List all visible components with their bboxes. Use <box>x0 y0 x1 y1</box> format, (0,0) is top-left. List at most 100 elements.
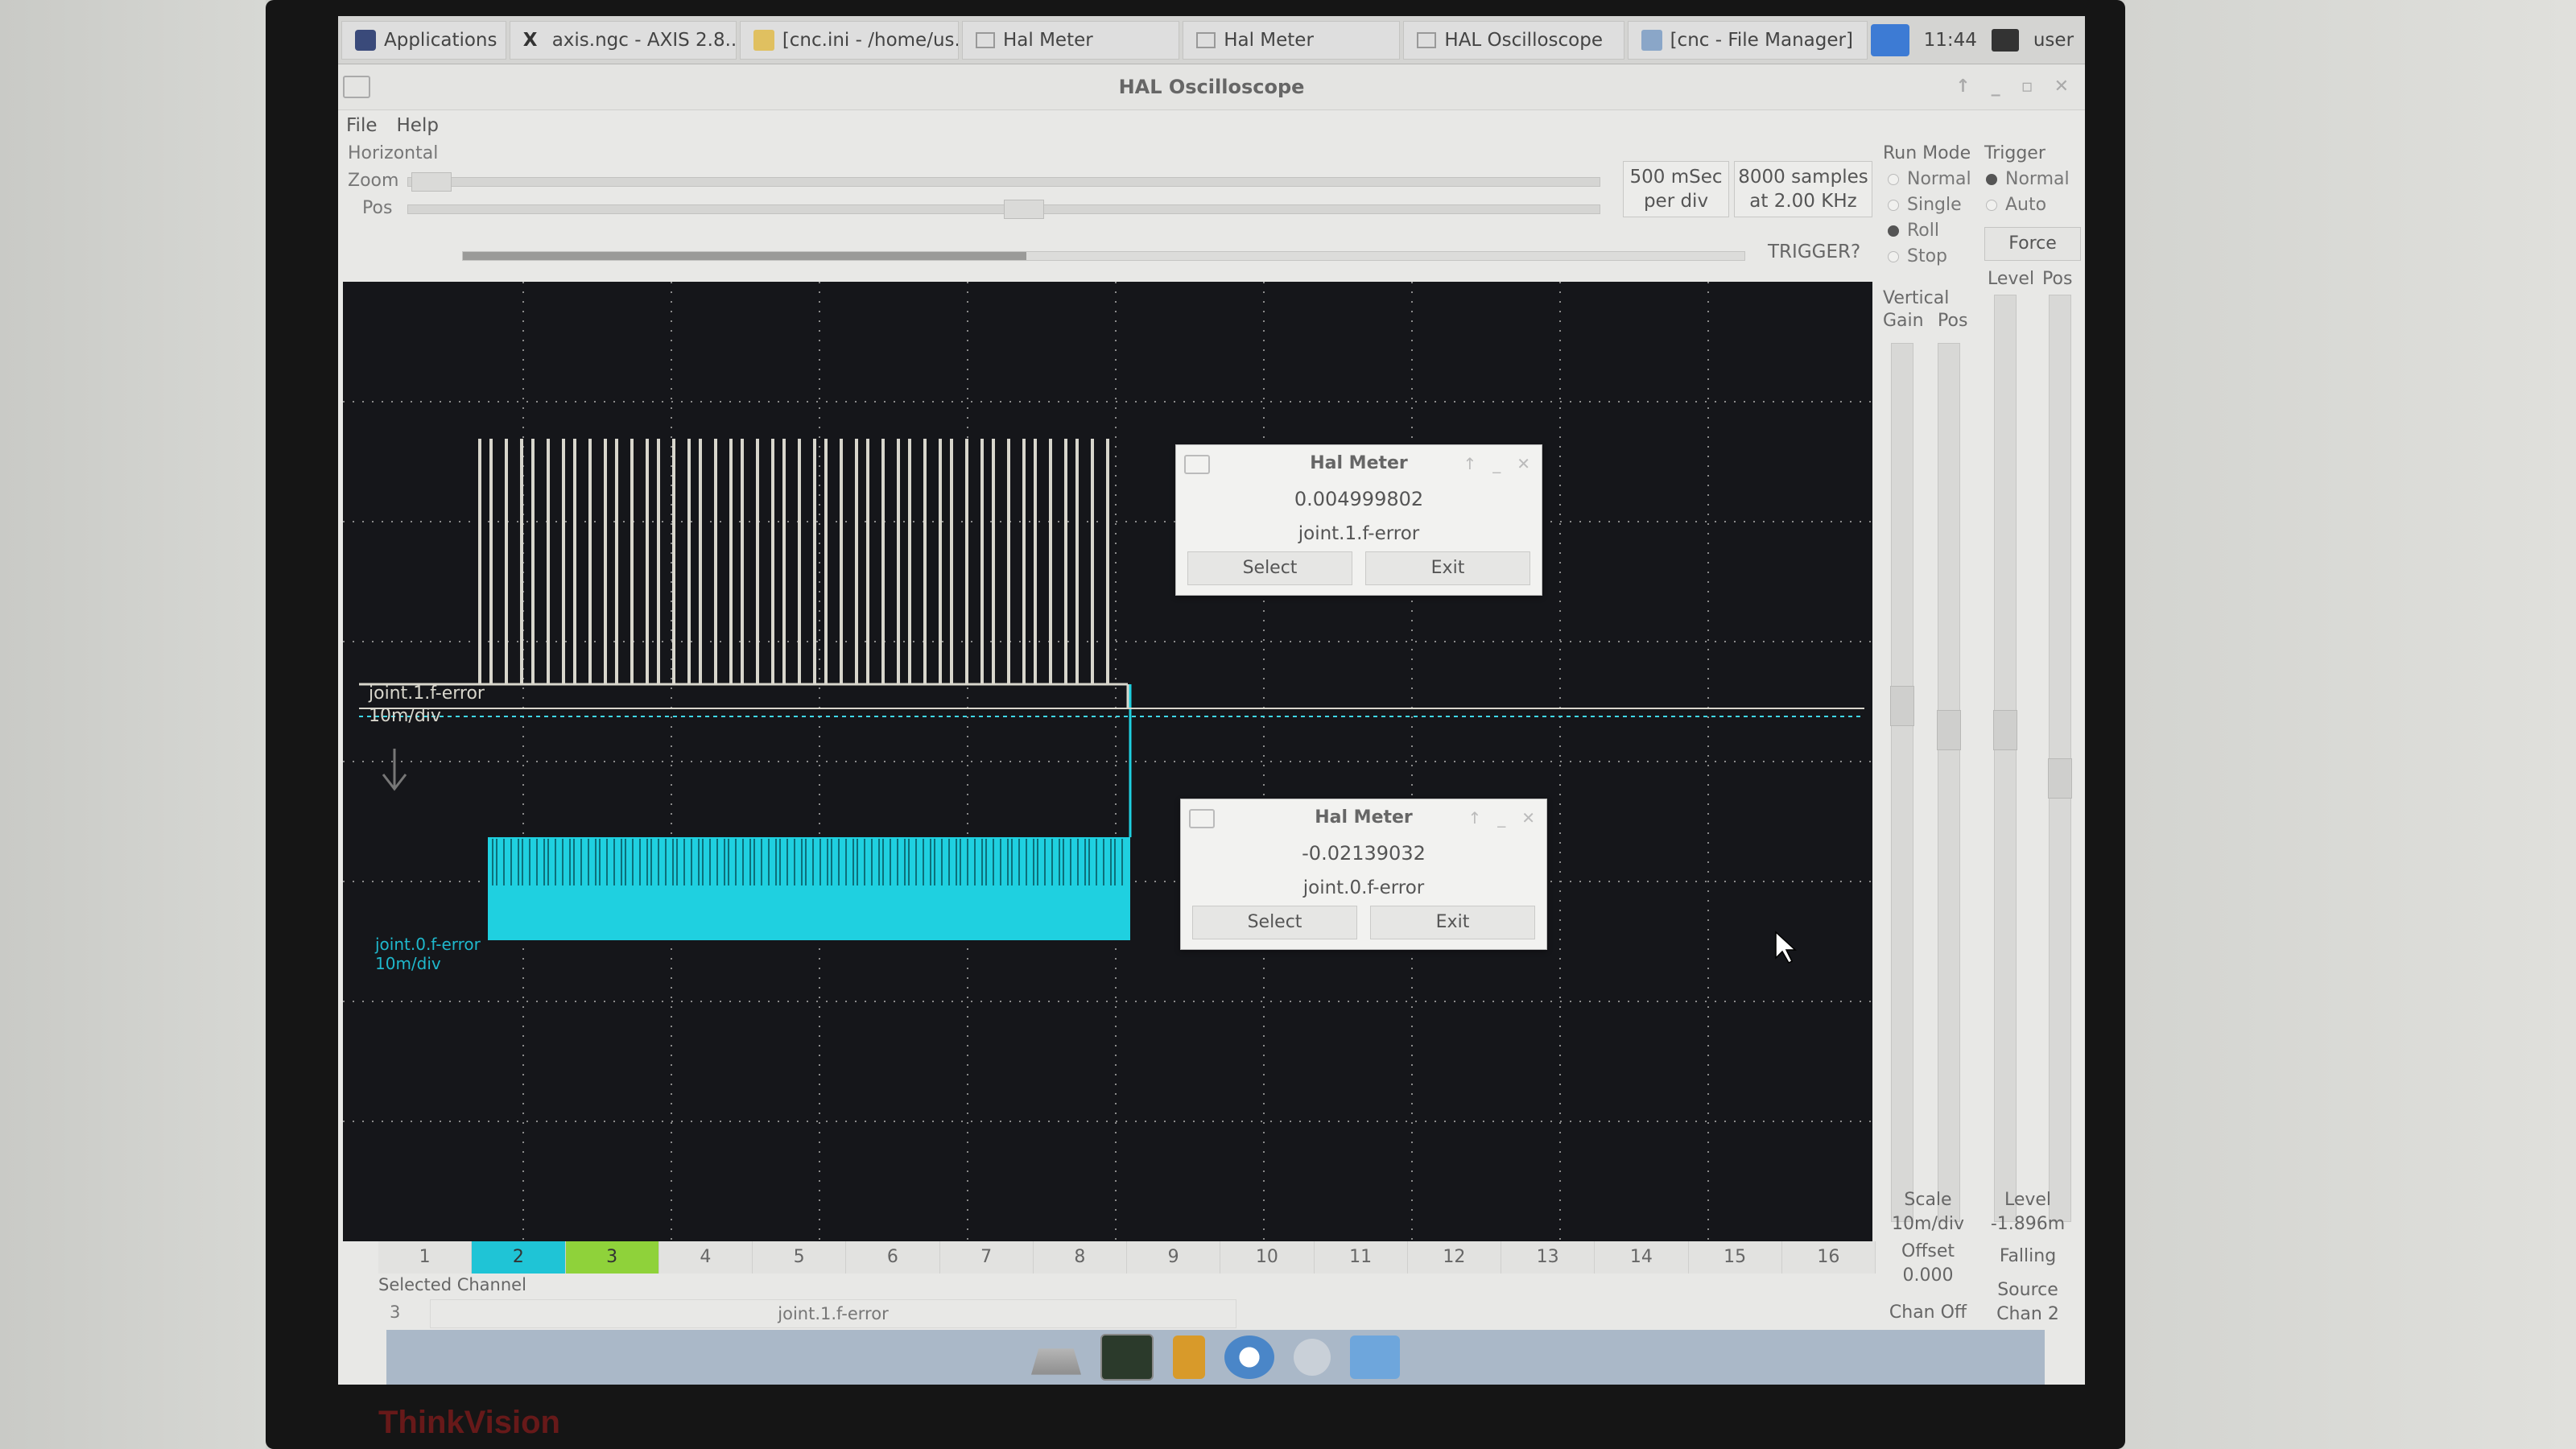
channel-button-14[interactable]: 14 <box>1595 1241 1689 1274</box>
scope-display[interactable]: joint.1.f-error 10m/div joint.0.f-error … <box>343 282 1872 1241</box>
radio-label: Normal <box>1907 169 1971 189</box>
run-mode-normal[interactable]: Normal <box>1888 169 1971 189</box>
meter-value: 0.004999802 <box>1294 488 1424 510</box>
channel-button-15[interactable]: 15 <box>1688 1241 1782 1274</box>
taskbar-item-cnc-ini[interactable]: [cnc.ini - /home/us... <box>739 20 959 60</box>
selected-channel-source[interactable]: joint.1.f-error <box>430 1299 1236 1328</box>
pos-slider[interactable] <box>407 200 1600 219</box>
bottom-dock <box>386 1330 2045 1385</box>
trigger-normal[interactable]: Normal <box>1986 169 2070 189</box>
trigger-source-button[interactable]: Source Chan 2 <box>1979 1278 2076 1327</box>
channel-button-13[interactable]: 13 <box>1501 1241 1596 1274</box>
channel-button-16[interactable]: 16 <box>1781 1241 1876 1274</box>
taskbar-item-hal-meter-1[interactable]: Hal Meter <box>962 20 1180 60</box>
channel-button-10[interactable]: 10 <box>1220 1241 1315 1274</box>
search-icon[interactable] <box>1294 1339 1331 1376</box>
folder-icon <box>1641 29 1662 51</box>
time-per-div-value: 500 mSec <box>1629 167 1723 188</box>
menu-help[interactable]: Help <box>397 115 439 136</box>
maximize-icon[interactable]: ▫ <box>2021 64 2033 109</box>
vertical-gain-slider[interactable] <box>1890 343 1914 1222</box>
trigger-level-slider[interactable] <box>1993 295 2017 1222</box>
taskbar-applications-menu[interactable]: Applications <box>341 20 506 60</box>
close-icon[interactable]: ✕ <box>1521 799 1535 836</box>
exit-button[interactable]: Exit <box>1365 551 1530 585</box>
browser-icon[interactable] <box>1224 1335 1274 1379</box>
level-slider-thumb[interactable] <box>1993 710 2017 750</box>
trigger-level-display: Level -1.896m <box>1979 1188 2076 1236</box>
minimize-icon[interactable]: _ <box>1492 445 1501 482</box>
menu-file[interactable]: File <box>346 115 378 136</box>
radio-indicator <box>1888 173 1899 185</box>
run-mode-roll[interactable]: Roll <box>1888 221 1939 241</box>
run-mode-stop[interactable]: Stop <box>1888 246 1947 266</box>
monitor-icon[interactable] <box>1991 28 2019 52</box>
pos-slider-thumb[interactable] <box>1937 710 1961 750</box>
gain-slider-thumb[interactable] <box>1890 686 1914 726</box>
window-title: HAL Oscilloscope <box>1118 76 1305 98</box>
channel-button-9[interactable]: 9 <box>1127 1241 1221 1274</box>
trigger-arrow-icon <box>382 749 407 791</box>
vertical-pos-slider[interactable] <box>1937 343 1961 1222</box>
select-button[interactable]: Select <box>1187 551 1352 585</box>
horizontal-heading: Horizontal <box>348 143 439 163</box>
channel-button-11[interactable]: 11 <box>1314 1241 1408 1274</box>
trigger-pos-slider-thumb[interactable] <box>2048 758 2072 799</box>
trigger-level-label: Level <box>1988 269 2035 289</box>
window-menu-icon[interactable] <box>343 76 370 98</box>
taskbar-item-hal-oscilloscope[interactable]: HAL Oscilloscope <box>1403 20 1624 60</box>
meter-buttons: Select Exit <box>1181 906 1546 949</box>
channel-button-12[interactable]: 12 <box>1407 1241 1501 1274</box>
channel-button-4[interactable]: 4 <box>658 1241 753 1274</box>
taskbar-item-axis[interactable]: X axis.ngc - AXIS 2.8... <box>509 20 737 60</box>
editor-icon[interactable] <box>1173 1335 1205 1379</box>
offset-label: Offset <box>1901 1241 1955 1261</box>
exit-button[interactable]: Exit <box>1370 906 1535 939</box>
trigger-pos-label: Pos <box>2042 269 2073 289</box>
user-name[interactable]: user <box>2033 30 2074 51</box>
level-label: Level <box>2004 1190 2052 1210</box>
channel-button-7[interactable]: 7 <box>939 1241 1034 1274</box>
channel-button-1[interactable]: 1 <box>378 1241 473 1274</box>
taskbar-item-hal-meter-2[interactable]: Hal Meter <box>1183 20 1401 60</box>
pin-icon[interactable]: ↑ <box>1463 445 1476 482</box>
show-desktop-icon[interactable] <box>1031 1348 1081 1375</box>
trigger-edge-button[interactable]: Falling <box>1979 1245 2076 1269</box>
run-mode-single[interactable]: Single <box>1888 195 1962 215</box>
pin-icon[interactable]: ↑ <box>1468 799 1481 836</box>
pos-slider-thumb[interactable] <box>1004 200 1044 219</box>
radio-label: Roll <box>1907 221 1939 241</box>
channel-button-5[interactable]: 5 <box>753 1241 847 1274</box>
zoom-slider-thumb[interactable] <box>411 172 452 192</box>
trigger-pos-slider[interactable] <box>2048 295 2072 1222</box>
trigger-auto[interactable]: Auto <box>1986 195 2046 215</box>
channel-button-2[interactable]: 2 <box>472 1241 566 1274</box>
minimize-icon[interactable]: _ <box>1497 799 1505 836</box>
select-button[interactable]: Select <box>1192 906 1357 939</box>
force-trigger-button[interactable]: Force <box>1984 227 2081 261</box>
workspace-switcher-icon[interactable] <box>1870 23 1909 56</box>
offset-display[interactable]: Offset 0.000 <box>1880 1240 1976 1288</box>
background-wall-right <box>2125 0 2576 1449</box>
window-menu-icon[interactable] <box>1184 455 1210 474</box>
taskbar-tray: 11:44 user <box>1870 23 2085 56</box>
right-control-panel: Run Mode Trigger Normal Single Roll Stop… <box>1880 142 2085 1325</box>
meter-titlebar: Hal Meter ↑ _ ✕ <box>1181 799 1546 836</box>
scale-value: 10m/div <box>1892 1214 1964 1234</box>
channel-button-3[interactable]: 3 <box>565 1241 659 1274</box>
close-icon[interactable]: ✕ <box>1517 445 1530 482</box>
terminal-icon[interactable] <box>1100 1334 1154 1381</box>
minimize-icon[interactable]: _ <box>1992 64 2000 109</box>
x-app-icon: X <box>522 29 538 51</box>
close-icon[interactable]: ✕ <box>2054 64 2069 109</box>
source-label: Source <box>1997 1280 2058 1300</box>
zoom-slider[interactable] <box>407 172 1600 192</box>
chan-off-button[interactable]: Chan Off <box>1880 1301 1976 1325</box>
taskbar-item-label: Hal Meter <box>1003 29 1093 51</box>
pin-icon[interactable]: ↑ <box>1955 64 1970 109</box>
channel-button-6[interactable]: 6 <box>846 1241 940 1274</box>
window-menu-icon[interactable] <box>1189 809 1215 828</box>
channel-button-8[interactable]: 8 <box>1033 1241 1127 1274</box>
taskbar-item-file-manager[interactable]: [cnc - File Manager] <box>1627 20 1868 60</box>
folder-icon[interactable] <box>1350 1335 1400 1379</box>
